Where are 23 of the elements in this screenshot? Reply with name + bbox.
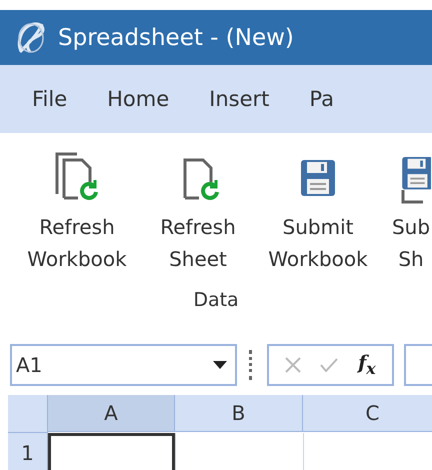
ribbon-button[interactable]: Refresh Workbook — [14, 145, 140, 275]
group-label: Data — [193, 289, 239, 311]
cancel-icon[interactable] — [284, 357, 300, 373]
column-header[interactable]: B — [175, 395, 303, 432]
grip-handle[interactable] — [248, 350, 255, 380]
column-header[interactable]: C — [303, 395, 432, 432]
ribbon-button[interactable]: Submit Workbook — [256, 145, 380, 275]
menu-tab[interactable]: Insert — [209, 87, 270, 111]
menu-tab[interactable]: File — [32, 87, 68, 111]
ribbon-button[interactable]: Refresh Sheet — [146, 145, 250, 275]
grid-cell[interactable] — [48, 433, 175, 470]
dropdown-caret-icon — [212, 361, 227, 369]
column-header[interactable]: A — [48, 395, 175, 432]
ribbon-button[interactable]: Sub Sh — [386, 145, 432, 275]
name-box[interactable]: A1 — [10, 344, 237, 386]
menu-tab[interactable]: Pa — [309, 87, 334, 111]
check-icon[interactable] — [320, 358, 338, 372]
formula-field[interactable] — [404, 344, 432, 386]
insert-function-button[interactable]: f$_{x}$ — [358, 352, 376, 378]
window-title: Spreadsheet - (New) — [58, 24, 294, 50]
menu-tab[interactable]: Home — [107, 87, 170, 111]
select-all-corner[interactable] — [8, 395, 48, 433]
row-header[interactable]: 1 — [8, 433, 48, 470]
